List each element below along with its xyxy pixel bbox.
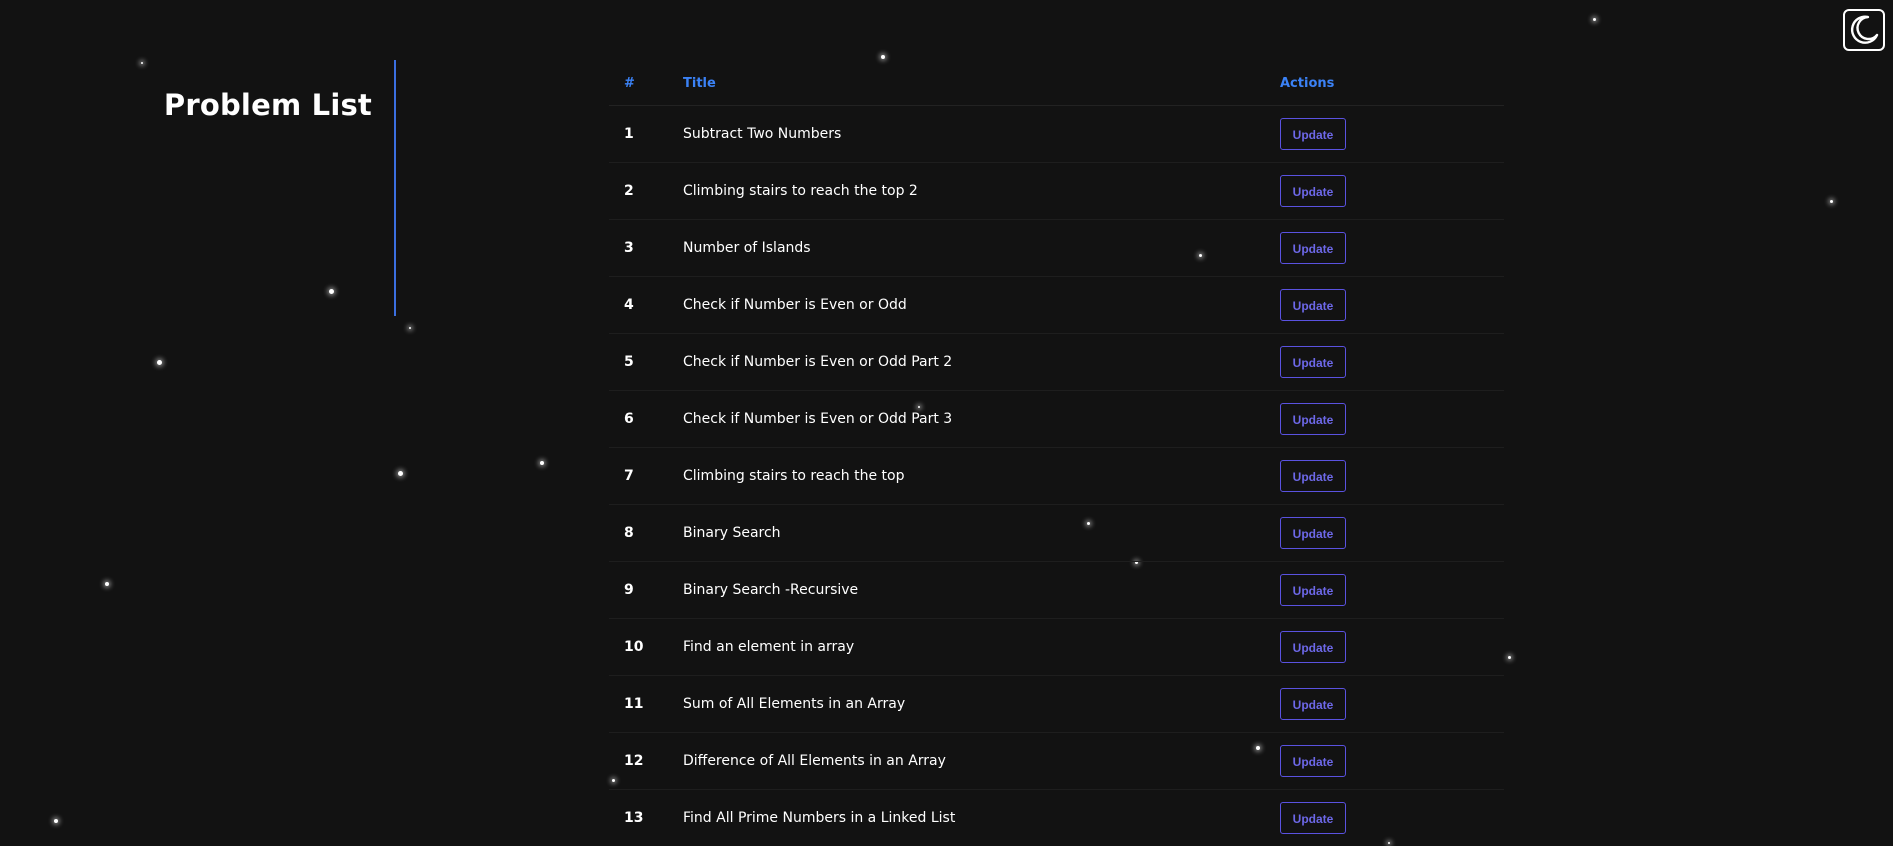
update-button[interactable]: Update [1280, 289, 1346, 321]
row-actions: Update [1280, 688, 1504, 720]
row-number: 4 [624, 297, 634, 313]
row-number: 3 [624, 240, 634, 256]
row-title: Climbing stairs to reach the top [683, 468, 905, 484]
row-actions: Update [1280, 118, 1504, 150]
star [409, 327, 411, 329]
table-body: 1 Subtract Two Numbers Update 2 Climbing sta… [609, 106, 1504, 846]
star [1593, 18, 1596, 21]
update-button[interactable]: Update [1280, 175, 1346, 207]
table-row: 5 Check if Number is Even or Odd Part 2 Up… [609, 334, 1504, 391]
update-button[interactable]: Update [1280, 574, 1346, 606]
row-number: 1 [624, 126, 634, 142]
update-button[interactable]: Update [1280, 403, 1346, 435]
update-button[interactable]: Update [1280, 802, 1346, 834]
row-number: 8 [624, 525, 634, 541]
table-row: 8 Binary Search Update [609, 505, 1504, 562]
table-row: 9 Binary Search -Recursive Update [609, 562, 1504, 619]
row-title: Binary Search -Recursive [683, 582, 859, 598]
table-header-row: # Title Actions [609, 61, 1504, 106]
update-button[interactable]: Update [1280, 346, 1346, 378]
table-row: 10 Find an element in array Update [609, 619, 1504, 676]
row-title: Check if Number is Even or Odd Part 2 [683, 354, 953, 370]
theme-toggle-button[interactable] [1843, 9, 1885, 51]
table-row: 7 Climbing stairs to reach the top Update [609, 448, 1504, 505]
update-button[interactable]: Update [1280, 745, 1346, 777]
row-actions: Update [1280, 289, 1504, 321]
table-row: 3 Number of Islands Update [609, 220, 1504, 277]
row-title: Difference of All Elements in an Array [683, 753, 946, 769]
row-number: 5 [624, 354, 634, 370]
row-actions: Update [1280, 232, 1504, 264]
row-title: Sum of All Elements in an Array [683, 696, 906, 712]
page: Problem List # Title Actions 1 Subtract T… [0, 0, 1893, 846]
row-number: 9 [624, 582, 634, 598]
problem-table: # Title Actions 1 Subtract Two Numbers Upd… [609, 61, 1504, 846]
star [157, 360, 162, 365]
column-header-number: # [624, 75, 635, 91]
column-header-title: Title [683, 75, 716, 91]
row-title: Binary Search [683, 525, 781, 541]
star [398, 471, 403, 476]
row-title: Subtract Two Numbers [683, 126, 842, 142]
row-actions: Update [1280, 631, 1504, 663]
star [105, 582, 109, 586]
table-row: 11 Sum of All Elements in an Array Update [609, 676, 1504, 733]
table-row: 4 Check if Number is Even or Odd Update [609, 277, 1504, 334]
star [329, 289, 334, 294]
update-button[interactable]: Update [1280, 517, 1346, 549]
column-header-actions: Actions [1280, 75, 1335, 91]
row-actions: Update [1280, 175, 1504, 207]
row-title: Climbing stairs to reach the top 2 [683, 183, 918, 199]
star [54, 819, 58, 823]
table-row: 13 Find All Prime Numbers in a Linked Lis… [609, 790, 1504, 846]
row-number: 11 [624, 696, 644, 712]
table-row: 6 Check if Number is Even or Odd Part 3 Up… [609, 391, 1504, 448]
table-row: 2 Climbing stairs to reach the top 2 Updat… [609, 163, 1504, 220]
table-row: 12 Difference of All Elements in an Array… [609, 733, 1504, 790]
star [1830, 200, 1833, 203]
row-actions: Update [1280, 802, 1504, 834]
moon-icon [1847, 13, 1881, 47]
row-title: Check if Number is Even or Odd Part 3 [683, 411, 953, 427]
update-button[interactable]: Update [1280, 232, 1346, 264]
row-number: 10 [624, 639, 644, 655]
row-actions: Update [1280, 517, 1504, 549]
star [141, 62, 143, 64]
row-actions: Update [1280, 346, 1504, 378]
page-title: Problem List [163, 88, 372, 122]
star [881, 55, 885, 59]
row-title: Find All Prime Numbers in a Linked List [683, 810, 956, 826]
row-number: 13 [624, 810, 644, 826]
update-button[interactable]: Update [1280, 631, 1346, 663]
row-number: 2 [624, 183, 634, 199]
row-actions: Update [1280, 403, 1504, 435]
row-title: Number of Islands [683, 240, 811, 256]
update-button[interactable]: Update [1280, 118, 1346, 150]
row-title: Find an element in array [683, 639, 855, 655]
star [1508, 656, 1511, 659]
update-button[interactable]: Update [1280, 688, 1346, 720]
sidebar-divider [394, 60, 396, 316]
row-number: 12 [624, 753, 644, 769]
row-title: Check if Number is Even or Odd [683, 297, 907, 313]
row-number: 7 [624, 468, 634, 484]
update-button[interactable]: Update [1280, 460, 1346, 492]
star [540, 461, 544, 465]
row-actions: Update [1280, 574, 1504, 606]
table-row: 1 Subtract Two Numbers Update [609, 106, 1504, 163]
row-actions: Update [1280, 460, 1504, 492]
row-number: 6 [624, 411, 634, 427]
row-actions: Update [1280, 745, 1504, 777]
